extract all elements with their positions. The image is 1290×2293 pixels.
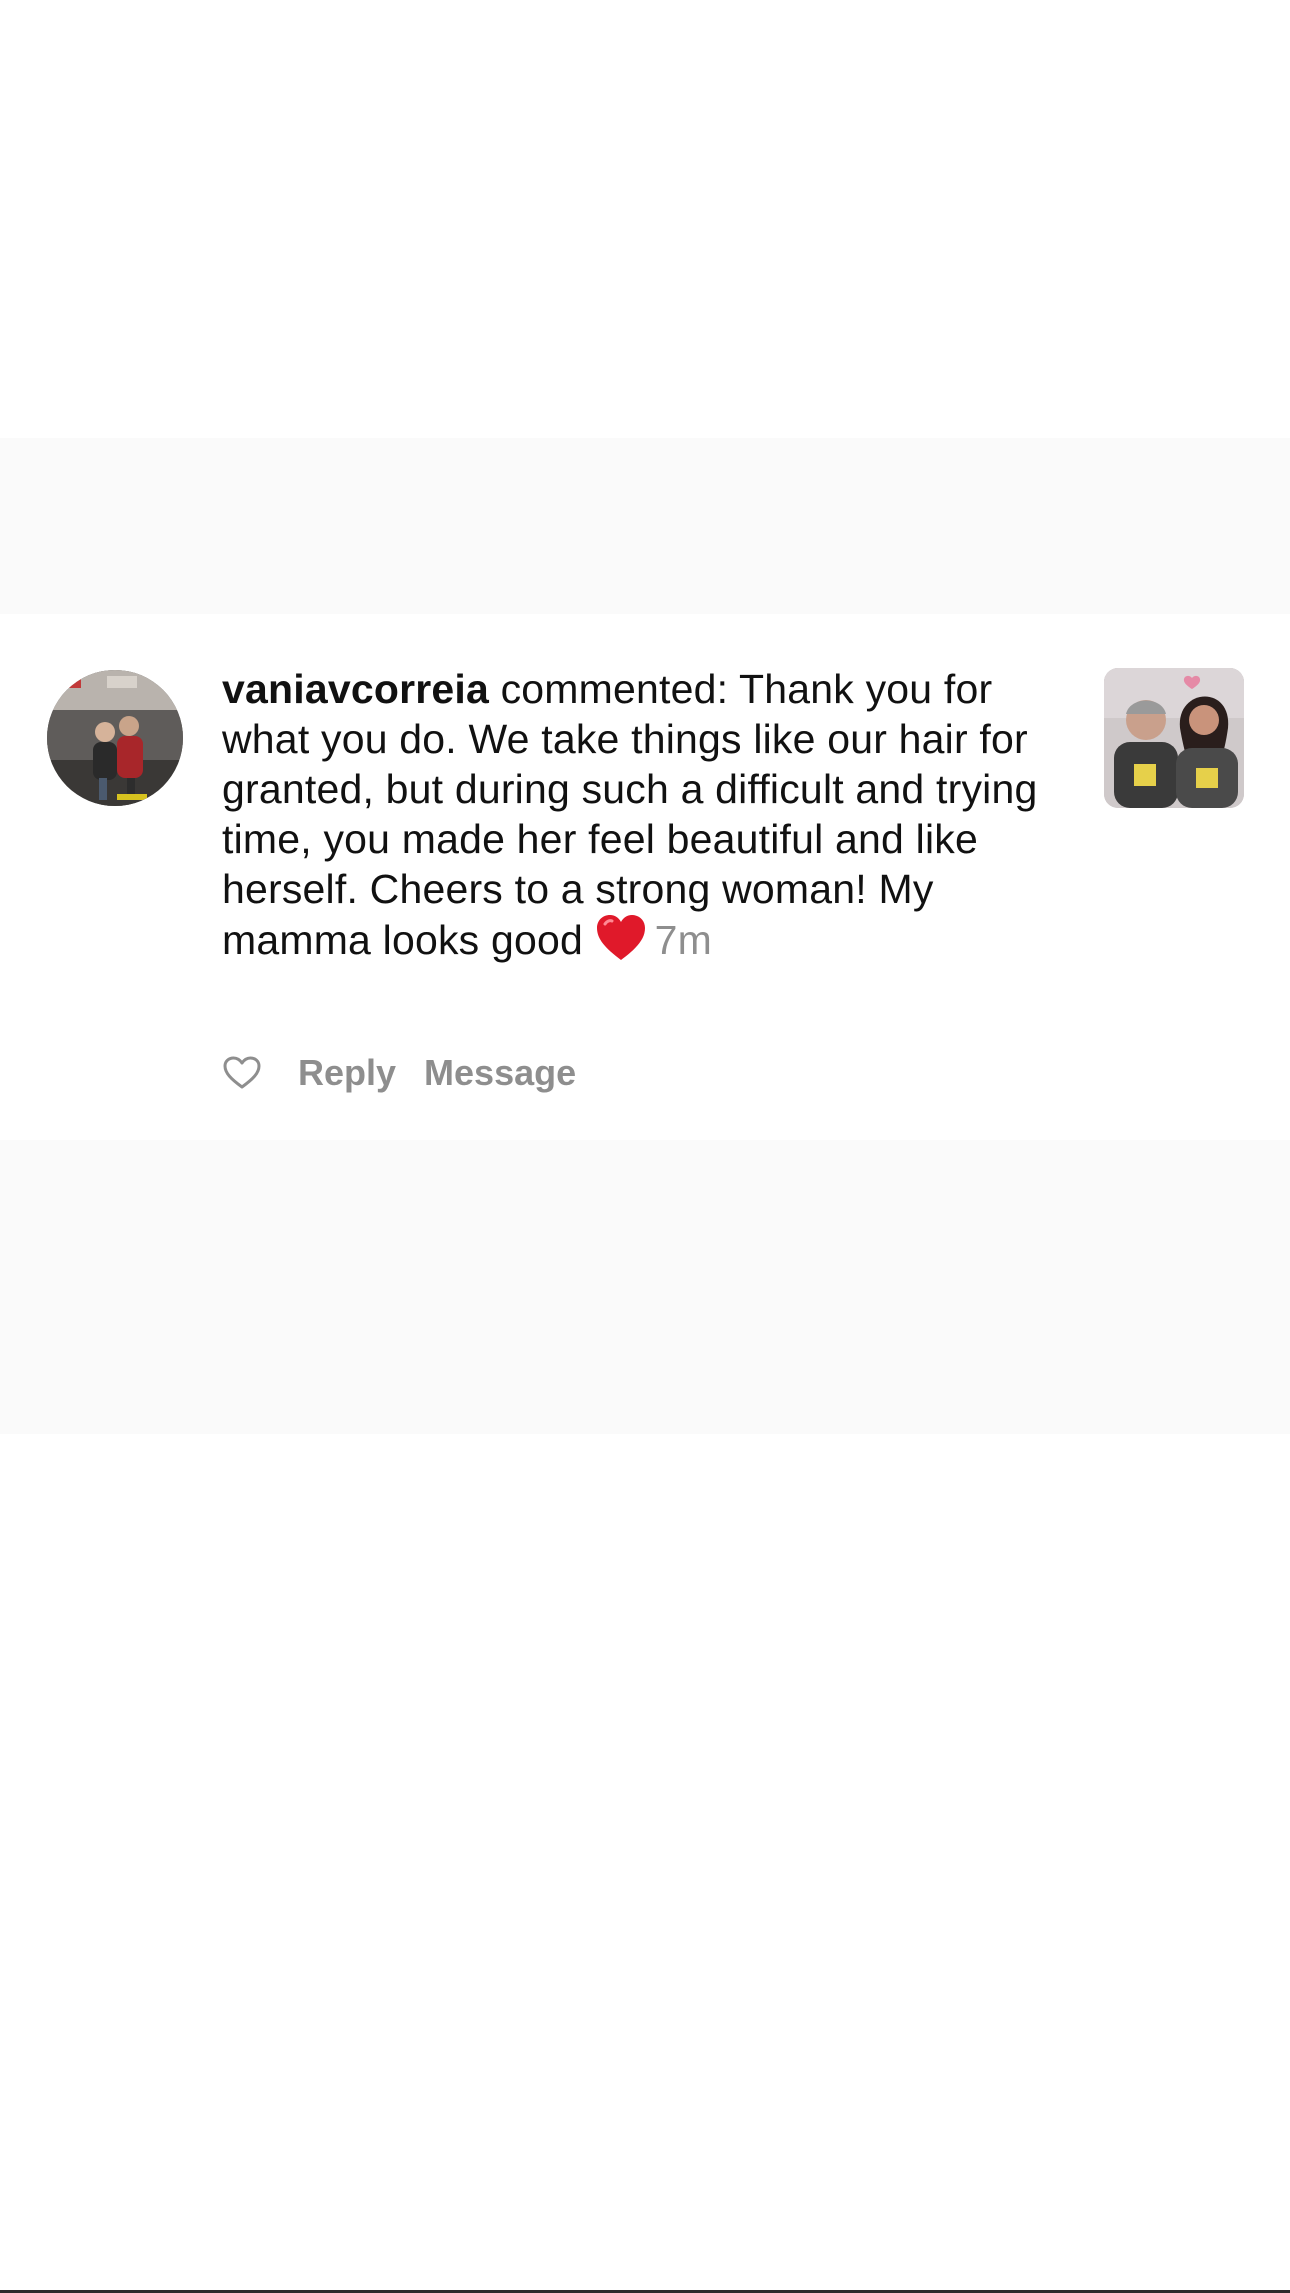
bottom-background-band [0, 1140, 1290, 1434]
top-background-band [0, 438, 1290, 614]
reply-button[interactable]: Reply [298, 1052, 396, 1094]
comment-text-block: vaniavcorreia commented: Thank you for w… [222, 664, 1072, 973]
notification-screen: vaniavcorreia commented: Thank you for w… [0, 0, 1290, 2293]
comment-actions: Reply Message [222, 1048, 604, 1098]
commenter-username[interactable]: vaniavcorreia [222, 666, 489, 712]
post-thumbnail[interactable] [1104, 668, 1244, 808]
message-button[interactable]: Message [424, 1052, 576, 1094]
red-heart-emoji-icon [595, 914, 647, 973]
comment-timestamp: 7m [654, 917, 712, 963]
commenter-avatar[interactable] [47, 670, 183, 806]
heart-outline-icon[interactable] [222, 1053, 262, 1093]
comment-notification[interactable]: vaniavcorreia commented: Thank you for w… [0, 614, 1290, 1140]
